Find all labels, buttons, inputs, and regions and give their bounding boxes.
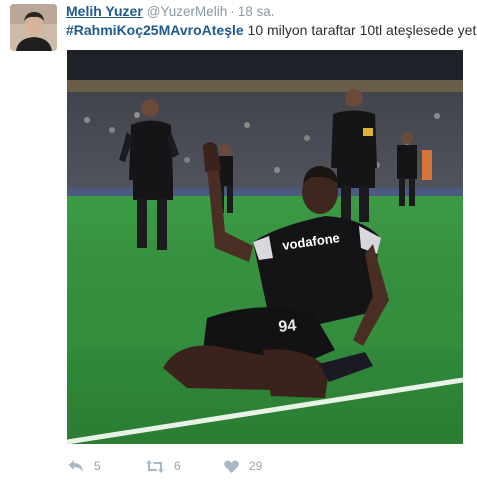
avatar[interactable] [10, 4, 57, 51]
author-fullname[interactable]: Melih Yuzer [66, 3, 143, 19]
author-username[interactable]: @YuzerMelih [147, 4, 228, 19]
hashtag-link[interactable]: #RahmiKoç25MAvroAteşle [66, 22, 244, 38]
separator-dot: · [230, 4, 235, 19]
shirt-number-text: 94 [278, 317, 298, 336]
tweet: Melih Yuzer @YuzerMelih · 18 sa. #RahmiKoç2… [0, 0, 477, 480]
football-celebration-photo: vodafone 94 [67, 50, 463, 444]
like-count: 29 [249, 459, 263, 473]
reply-button[interactable]: 5 [68, 459, 146, 473]
tweet-timestamp[interactable]: 18 sa. [238, 4, 275, 19]
retweet-count: 6 [174, 459, 181, 473]
tweet-header: Melih Yuzer @YuzerMelih · 18 sa. [66, 2, 275, 21]
reply-count: 5 [94, 459, 101, 473]
tweet-body: 10 milyon taraftar 10tl ateşlesede yeter [243, 22, 477, 38]
tweet-photo[interactable]: vodafone 94 [67, 50, 463, 444]
like-button[interactable]: 29 [224, 459, 304, 473]
retweet-button[interactable]: 6 [146, 459, 224, 473]
retweet-icon [146, 459, 164, 473]
tweet-actions: 5 6 29 [68, 456, 304, 476]
heart-icon [224, 459, 239, 473]
tweet-text: #RahmiKoç25MAvroAteşle 10 milyon tarafta… [66, 21, 477, 39]
avatar-image [10, 4, 57, 51]
reply-icon [68, 460, 83, 472]
